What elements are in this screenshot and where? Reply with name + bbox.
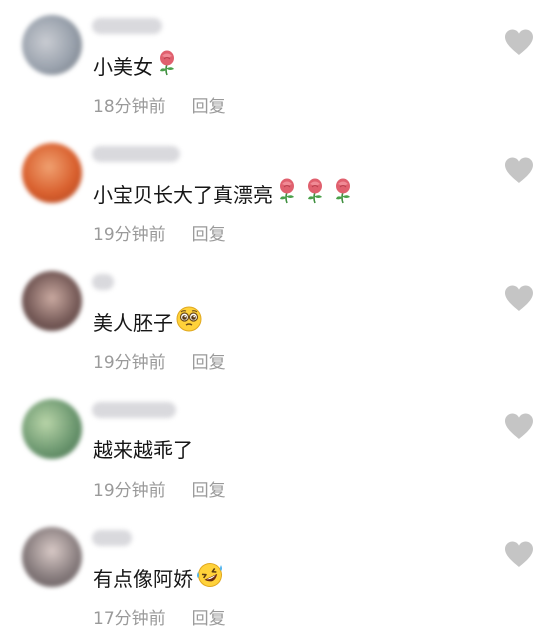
comment-item: 小美女 18分钟前 回复 (0, 0, 557, 128)
comment-item: 美人胚子 19分钟前 回复 (0, 256, 557, 384)
avatar[interactable] (22, 399, 82, 459)
username[interactable] (92, 146, 180, 162)
username[interactable] (92, 274, 114, 290)
like-heart-icon[interactable] (503, 540, 535, 568)
comment-time: 18分钟前 (93, 97, 166, 117)
avatar[interactable] (22, 527, 82, 587)
reply-button[interactable]: 回复 (192, 353, 226, 373)
comment-time: 19分钟前 (93, 481, 166, 501)
comment-time: 19分钟前 (93, 353, 166, 373)
reply-button[interactable]: 回复 (192, 225, 226, 245)
comment-item: 有点像阿娇 17分钟前 回复 (0, 512, 557, 640)
avatar[interactable] (22, 143, 82, 203)
comment-text-label: 越来越乖了 (93, 438, 193, 462)
comment-text: 美人胚子 (93, 306, 202, 337)
comment-item: 越来越乖了 19分钟前 回复 (0, 384, 557, 512)
avatar[interactable] (22, 271, 82, 331)
comment-text-label: 有点像阿娇 (93, 567, 193, 591)
username[interactable] (92, 18, 162, 34)
comment-meta: 19分钟前 回复 (93, 220, 226, 245)
reply-button[interactable]: 回复 (192, 481, 226, 501)
comment-text: 小美女 (93, 50, 178, 81)
comment-text: 小宝贝长大了真漂亮 (93, 178, 354, 209)
rose-icon (156, 50, 178, 81)
comment-meta: 19分钟前 回复 (93, 476, 226, 501)
comment-time: 17分钟前 (93, 609, 166, 629)
comment-text-label: 小美女 (93, 55, 153, 79)
avatar[interactable] (22, 15, 82, 75)
comment-meta: 17分钟前 回复 (93, 604, 226, 629)
comment-text: 越来越乖了 (93, 434, 193, 463)
rolling-laughing-icon (196, 562, 224, 593)
comment-time: 19分钟前 (93, 225, 166, 245)
comment-text: 有点像阿娇 (93, 562, 224, 593)
like-heart-icon[interactable] (503, 28, 535, 56)
comment-text-label: 小宝贝长大了真漂亮 (93, 183, 273, 207)
username[interactable] (92, 402, 176, 418)
like-heart-icon[interactable] (503, 412, 535, 440)
like-heart-icon[interactable] (503, 156, 535, 184)
comment-text-label: 美人胚子 (93, 311, 173, 335)
pleading-face-icon (176, 306, 202, 337)
reply-button[interactable]: 回复 (192, 97, 226, 117)
like-heart-icon[interactable] (503, 284, 535, 312)
rose-icon (304, 178, 326, 209)
comment-meta: 19分钟前 回复 (93, 348, 226, 373)
rose-icon (332, 178, 354, 209)
comment-item: 小宝贝长大了真漂亮 19分钟前 回复 (0, 128, 557, 256)
comment-meta: 18分钟前 回复 (93, 92, 226, 117)
reply-button[interactable]: 回复 (192, 609, 226, 629)
rose-icon (276, 178, 298, 209)
username[interactable] (92, 530, 132, 546)
